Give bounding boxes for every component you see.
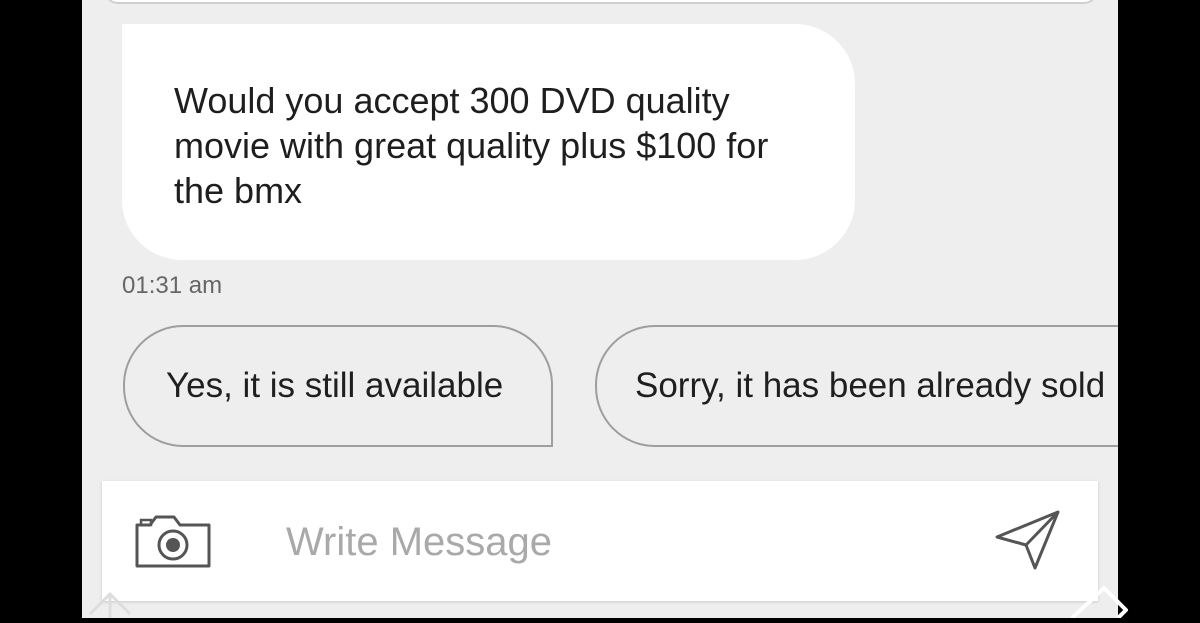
previous-card — [104, 0, 1098, 4]
quick-reply-label: Sorry, it has been already sold — [635, 366, 1106, 405]
quick-reply-label: Yes, it is still available — [166, 366, 504, 405]
camera-icon[interactable] — [134, 511, 212, 569]
message-composer — [102, 481, 1098, 601]
edit-icon — [1068, 584, 1138, 620]
quick-reply-available[interactable]: Yes, it is still available — [123, 325, 553, 447]
message-text: Would you accept 300 DVD quality movie w… — [174, 80, 769, 211]
message-input[interactable] — [284, 509, 938, 575]
quick-reply-sold[interactable]: Sorry, it has been already sold — [595, 325, 1118, 447]
chat-screen: Would you accept 300 DVD quality movie w… — [82, 0, 1118, 618]
message-timestamp: 01:31 am — [122, 272, 223, 299]
up-arrow-icon — [86, 584, 146, 618]
send-icon[interactable] — [995, 509, 1061, 571]
incoming-message-bubble: Would you accept 300 DVD quality movie w… — [122, 24, 855, 260]
